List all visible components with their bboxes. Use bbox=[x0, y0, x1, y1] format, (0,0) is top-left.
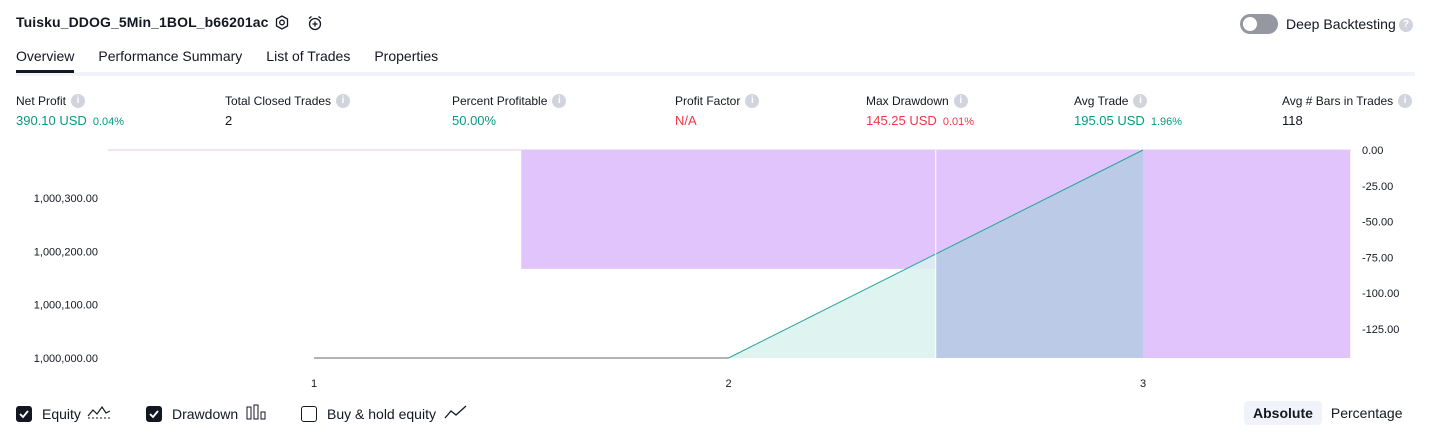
info-icon[interactable]: i bbox=[1398, 94, 1413, 108]
info-icon[interactable]: i bbox=[953, 94, 968, 108]
metric-percent-profitable: Percent Profitable i 50.00% bbox=[452, 94, 567, 128]
equity-line-icon bbox=[87, 404, 111, 423]
metric-percent: 1.96% bbox=[1150, 116, 1183, 128]
metric-value: 50.00% bbox=[452, 113, 497, 128]
info-icon[interactable]: i bbox=[71, 94, 86, 108]
legend-drawdown[interactable]: Drawdown bbox=[146, 404, 268, 423]
right-axis-tick: -50.00 bbox=[1362, 217, 1393, 229]
info-icon[interactable]: i bbox=[552, 94, 567, 108]
x-axis-tick: 1 bbox=[311, 378, 317, 390]
percentage-button[interactable]: Percentage bbox=[1322, 401, 1412, 425]
left-axis-tick: 1,000,300.00 bbox=[34, 193, 98, 205]
right-axis-tick: -125.00 bbox=[1362, 324, 1399, 336]
info-icon[interactable]: i bbox=[1133, 94, 1148, 108]
x-axis-tick: 2 bbox=[725, 378, 731, 390]
metric-label: Avg Trade bbox=[1074, 94, 1129, 108]
buy-hold-line-icon bbox=[444, 404, 468, 423]
metric-label: Max Drawdown bbox=[866, 94, 949, 108]
add-alert-icon[interactable] bbox=[305, 13, 325, 33]
legend-buy-hold[interactable]: Buy & hold equity bbox=[301, 404, 468, 423]
right-axis-tick: 0.00 bbox=[1362, 145, 1383, 157]
tab-properties[interactable]: Properties bbox=[374, 48, 438, 73]
right-axis-tick: -100.00 bbox=[1362, 288, 1399, 300]
drawdown-bars-icon bbox=[246, 404, 268, 423]
metric-net-profit: Net Profit i 390.10 USD 0.04% bbox=[16, 94, 124, 128]
absolute-button[interactable]: Absolute bbox=[1244, 401, 1322, 425]
tab-performance-summary[interactable]: Performance Summary bbox=[98, 48, 242, 73]
right-axis-tick: -25.00 bbox=[1362, 181, 1393, 193]
metric-label: Total Closed Trades bbox=[225, 94, 332, 108]
toggle-knob bbox=[1243, 17, 1257, 31]
drawdown-checkbox[interactable] bbox=[146, 405, 162, 422]
info-icon[interactable]: i bbox=[336, 94, 351, 108]
tab-overview[interactable]: Overview bbox=[16, 48, 75, 73]
metric-value: 2 bbox=[225, 113, 233, 128]
metric-label: Net Profit bbox=[16, 94, 67, 108]
metric-value: 195.05 USD bbox=[1074, 113, 1145, 128]
deep-backtesting-label: Deep Backtesting bbox=[1286, 16, 1396, 32]
equity-label: Equity bbox=[42, 405, 81, 422]
settings-icon[interactable] bbox=[272, 13, 292, 33]
left-axis-tick: 1,000,000.00 bbox=[34, 353, 98, 365]
tab-list-of-trades[interactable]: List of Trades bbox=[266, 48, 350, 73]
metric-label: Avg # Bars in Trades bbox=[1282, 94, 1394, 108]
drawdown-label: Drawdown bbox=[172, 405, 239, 422]
buy-hold-label: Buy & hold equity bbox=[327, 405, 436, 422]
drawdown-bar-1 bbox=[521, 150, 936, 269]
display-mode-switch: Absolute Percentage bbox=[1244, 401, 1412, 425]
metric-label: Profit Factor bbox=[675, 94, 741, 108]
info-icon[interactable]: i bbox=[745, 94, 760, 108]
x-axis-tick: 3 bbox=[1140, 378, 1146, 390]
left-axis-tick: 1,000,200.00 bbox=[34, 246, 98, 258]
equity-checkbox[interactable] bbox=[16, 405, 32, 422]
tab-bar: Overview Performance Summary List of Tra… bbox=[16, 48, 438, 73]
help-icon[interactable]: ? bbox=[1399, 18, 1413, 32]
metric-total-closed-trades: Total Closed Trades i 2 bbox=[225, 94, 351, 128]
metric-value: 118 bbox=[1282, 113, 1303, 128]
metric-percent: 0.04% bbox=[92, 116, 125, 128]
metric-label: Percent Profitable bbox=[452, 94, 548, 108]
metric-avg-trade: Avg Trade i 195.05 USD 1.96% bbox=[1074, 94, 1182, 128]
metric-percent: 0.01% bbox=[942, 116, 975, 128]
metric-profit-factor: Profit Factor i N/A bbox=[675, 94, 760, 128]
equity-drawdown-chart[interactable]: 1,000,000.00 1,000,100.00 1,000,200.00 1,00… bbox=[0, 140, 1431, 395]
buy-hold-checkbox[interactable] bbox=[301, 405, 317, 422]
metric-avg-bars: Avg # Bars in Trades i 118 bbox=[1282, 94, 1413, 128]
legend-equity[interactable]: Equity bbox=[16, 404, 111, 423]
metric-value: 390.10 USD bbox=[16, 113, 87, 128]
metric-value: N/A bbox=[675, 113, 697, 128]
left-axis-tick: 1,000,100.00 bbox=[34, 300, 98, 312]
metric-value: 145.25 USD bbox=[866, 113, 937, 128]
metric-max-drawdown: Max Drawdown i 145.25 USD 0.01% bbox=[866, 94, 974, 128]
right-axis-tick: -75.00 bbox=[1362, 252, 1393, 264]
strategy-title: Tuisku_DDOG_5Min_1BOL_b66201ac bbox=[16, 14, 269, 30]
deep-backtesting-toggle[interactable] bbox=[1240, 14, 1278, 34]
